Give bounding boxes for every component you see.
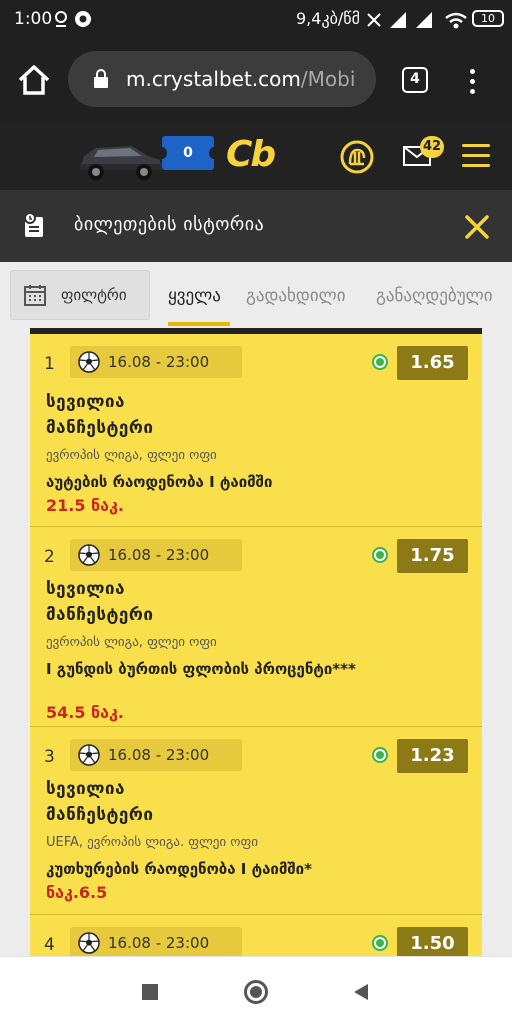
bet-pick: 54.5 ნაკ.: [46, 703, 124, 722]
url-path: /Mobi: [300, 67, 356, 91]
site-header: 0 Cb 42: [0, 122, 512, 190]
live-status-icon: [372, 935, 388, 951]
page-title-bar: ბილეთების ისტორია: [0, 190, 512, 262]
car-promo-image[interactable]: [74, 134, 166, 184]
lock-icon: [94, 69, 108, 88]
tab-switcher-button[interactable]: 4: [402, 67, 428, 93]
away-team: მანჩესტერი: [46, 418, 154, 438]
league-name: ევროპის ლიგა, ფლეი ოფი: [46, 635, 217, 650]
hamburger-menu-icon[interactable]: [462, 144, 490, 168]
coin-icon[interactable]: [340, 140, 374, 174]
recent-apps-button[interactable]: [142, 984, 158, 1000]
soccer-ball-icon: [78, 351, 100, 373]
tab-all[interactable]: ყველა: [168, 286, 221, 306]
tab-paid[interactable]: გადახდილი: [246, 286, 346, 306]
list-item[interactable]: 2 16.08 - 23:00 1.75 სევილია მანჩესტერი …: [30, 527, 482, 727]
bet-market: I გუნდის ბურთის ფლობის პროცენტი***: [46, 660, 356, 678]
away-team: მანჩესტერი: [46, 605, 154, 625]
list-item[interactable]: 4 16.08 - 23:00 1.50: [30, 915, 482, 956]
address-bar[interactable]: m.crystalbet.com/Mobi: [68, 51, 376, 107]
odds-badge: 1.23: [397, 739, 468, 773]
system-navigation-bar: [0, 956, 512, 1024]
league-name: UEFA, ევროპის ლიგა. ფლეი ოფი: [46, 835, 258, 850]
away-team: მანჩესტერი: [46, 805, 154, 825]
status-bar: 1:00 9,4კბ/წმ 10: [0, 0, 512, 40]
url-host: m.crystalbet.com: [126, 67, 301, 91]
bet-pick: 21.5 ნაკ.: [46, 496, 124, 515]
home-icon[interactable]: [16, 62, 52, 98]
home-team: სევილია: [46, 392, 126, 412]
odds-badge: 1.50: [397, 927, 468, 956]
bet-market: აუტების რაოდენობა I ტაიმში: [46, 473, 273, 491]
mail-badge: 42: [420, 136, 444, 158]
bet-index: 4: [44, 935, 55, 955]
event-date: 16.08 - 23:00: [108, 546, 210, 564]
live-status-icon: [372, 354, 388, 370]
home-team: სევილია: [46, 579, 126, 599]
soccer-ball-icon: [78, 544, 100, 566]
active-tab-indicator: [168, 322, 230, 326]
back-icon[interactable]: [352, 983, 370, 1001]
chrome-icon: [75, 11, 91, 27]
location-icon: [55, 11, 67, 27]
home-team: სევილია: [46, 779, 126, 799]
bet-market: კუთხურების რაოდენობა I ტაიმში*: [46, 860, 312, 878]
list-item[interactable]: 1 16.08 - 23:00 1.65 სევილია მანჩესტერი …: [30, 334, 482, 527]
event-date: 16.08 - 23:00: [108, 353, 210, 371]
browser-toolbar: m.crystalbet.com/Mobi 4: [0, 40, 512, 122]
odds-badge: 1.75: [397, 539, 468, 573]
bet-index: 3: [44, 747, 55, 767]
page-title: ბილეთების ისტორია: [74, 214, 265, 235]
filter-tabs: ფილტრი ყველა გადახდილი განაღდებული: [0, 262, 512, 328]
event-date-chip: 16.08 - 23:00: [70, 739, 242, 771]
filter-label: ფილტრი: [61, 286, 127, 304]
live-status-icon: [372, 547, 388, 563]
tab-cashed-out[interactable]: განაღდებული: [376, 286, 493, 306]
status-time: 1:00: [14, 9, 53, 29]
bet-pick: ნაკ.6.5: [46, 883, 108, 902]
event-date: 16.08 - 23:00: [108, 934, 210, 952]
url-text: m.crystalbet.com/Mobi: [126, 67, 355, 91]
browser-menu-icon[interactable]: [462, 66, 482, 96]
event-date: 16.08 - 23:00: [108, 746, 210, 764]
crystalbet-logo[interactable]: Cb: [226, 134, 276, 175]
odds-badge: 1.65: [397, 346, 468, 380]
battery-icon: 10: [472, 10, 504, 27]
league-name: ევროპის ლიგა, ფლეი ოფი: [46, 448, 217, 463]
calendar-icon: [24, 285, 46, 306]
event-date-chip: 16.08 - 23:00: [70, 927, 242, 956]
close-icon[interactable]: [464, 214, 490, 240]
network-speed: 9,4კბ/წმ: [296, 9, 360, 28]
ticket-counter[interactable]: 0: [157, 136, 219, 170]
event-date-chip: 16.08 - 23:00: [70, 539, 242, 571]
bet-history-list: 1 16.08 - 23:00 1.65 სევილია მანჩესტერი …: [30, 328, 482, 956]
bet-index: 2: [44, 547, 55, 567]
soccer-ball-icon: [78, 744, 100, 766]
home-button[interactable]: [244, 980, 268, 1004]
ticket-history-icon: [24, 212, 43, 237]
live-status-icon: [372, 747, 388, 763]
soccer-ball-icon: [78, 932, 100, 954]
filter-button[interactable]: ფილტრი: [10, 270, 150, 320]
event-date-chip: 16.08 - 23:00: [70, 346, 242, 378]
bet-index: 1: [44, 354, 55, 374]
list-item[interactable]: 3 16.08 - 23:00 1.23 სევილია მანჩესტერი …: [30, 727, 482, 915]
